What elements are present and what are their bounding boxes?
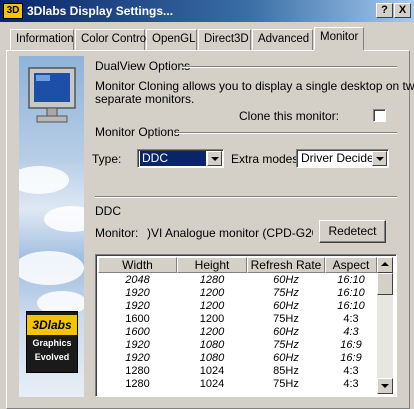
cell-height: 1280 xyxy=(199,274,225,286)
chevron-up-icon xyxy=(381,262,389,266)
type-label: Type: xyxy=(92,152,122,166)
cell-height: 1080 xyxy=(199,352,225,364)
branding-image: 3Dlabs Graphics Evolved xyxy=(19,56,84,397)
extra-modes-dropdown-button[interactable] xyxy=(372,151,387,166)
cell-height: 1200 xyxy=(199,287,225,299)
table-row[interactable]: 1920 1080 60Hz 16:9 xyxy=(98,352,376,365)
brand-logo: 3Dlabs xyxy=(27,315,77,335)
cell-height: 1200 xyxy=(199,313,225,325)
scroll-thumb[interactable] xyxy=(377,273,393,295)
table-row[interactable]: 1600 1200 60Hz 4:3 xyxy=(98,326,376,339)
monitor-name-value: )VI Analogue monitor (CPD-G200F xyxy=(147,226,313,240)
cell-width: 2048 xyxy=(125,274,150,286)
table-row[interactable]: 1280 1024 85Hz 4:3 xyxy=(98,365,376,378)
dualview-description-line2: separate monitors. xyxy=(95,92,195,106)
table-row[interactable]: 1920 1200 60Hz 16:10 xyxy=(98,300,376,313)
cell-aspect: 4:3 xyxy=(343,326,359,338)
cell-aspect: 16:9 xyxy=(340,352,362,364)
extra-modes-label: Extra modes: xyxy=(231,152,302,166)
tab-information[interactable]: Information xyxy=(10,29,74,50)
cell-height: 1080 xyxy=(199,339,225,351)
cell-refresh-rate: 60Hz xyxy=(273,326,299,338)
tab-direct3d[interactable]: Direct3D xyxy=(198,29,251,50)
tab-monitor[interactable]: Monitor xyxy=(314,27,364,51)
cell-width: 1920 xyxy=(125,352,150,364)
extra-modes-select-value: Driver Decides xyxy=(301,151,373,165)
cell-width: 1600 xyxy=(125,313,150,325)
tab-advanced[interactable]: Advanced xyxy=(252,29,313,50)
column-header-refresh-rate[interactable]: Refresh Rate xyxy=(247,257,325,273)
cell-refresh-rate: 75Hz xyxy=(273,313,299,325)
ddc-divider xyxy=(95,196,397,198)
monitor-options-heading: Monitor Options xyxy=(95,125,180,139)
cell-refresh-rate: 85Hz xyxy=(273,365,299,377)
cell-width: 1920 xyxy=(125,287,150,299)
type-select[interactable]: DDC xyxy=(137,149,224,168)
tab-opengl[interactable]: OpenGL xyxy=(146,29,197,50)
help-button[interactable]: ? xyxy=(376,3,393,18)
cell-refresh-rate: 60Hz xyxy=(273,300,299,312)
display-modes-list[interactable]: Width Height Refresh Rate Aspect 2048 12… xyxy=(95,254,397,397)
cell-refresh-rate: 75Hz xyxy=(273,287,299,299)
brand-tagline-2: Evolved xyxy=(34,352,70,362)
monitor-icon xyxy=(28,67,76,123)
ddc-heading: DDC xyxy=(95,204,121,218)
dualview-heading: DualView Options xyxy=(95,59,191,73)
chevron-down-icon xyxy=(381,384,389,388)
cell-height: 1200 xyxy=(199,326,225,338)
cell-aspect: 4:3 xyxy=(343,378,359,390)
type-select-dropdown-button[interactable] xyxy=(207,151,222,166)
cell-aspect: 16:10 xyxy=(337,300,365,312)
redetect-button[interactable]: Redetect xyxy=(319,220,386,243)
monitor-label: Monitor: xyxy=(95,226,139,240)
cell-refresh-rate: 75Hz xyxy=(273,378,299,390)
cloud-shape xyxy=(19,251,84,285)
vertical-scrollbar[interactable] xyxy=(377,257,393,394)
cell-width: 1920 xyxy=(125,339,150,351)
cell-refresh-rate: 60Hz xyxy=(273,352,299,364)
brand-tagline-1: Graphics xyxy=(32,338,72,348)
clone-monitor-checkbox[interactable] xyxy=(373,109,386,122)
cell-width: 1280 xyxy=(125,378,150,390)
window-title: 3Dlabs Display Settings... xyxy=(27,4,174,18)
dualview-divider xyxy=(182,66,397,68)
extra-modes-select[interactable]: Driver Decides xyxy=(296,149,389,168)
cell-aspect: 4:3 xyxy=(343,313,359,325)
cell-width: 1600 xyxy=(125,326,150,338)
type-select-value: DDC xyxy=(140,151,206,166)
cell-refresh-rate: 60Hz xyxy=(273,274,299,286)
scroll-down-button[interactable] xyxy=(377,378,393,394)
table-row[interactable]: 1600 1200 75Hz 4:3 xyxy=(98,313,376,326)
cell-aspect: 16:10 xyxy=(337,287,365,299)
cell-width: 1920 xyxy=(125,300,150,312)
cell-height: 1024 xyxy=(199,365,225,377)
brand-badge: 3Dlabs Graphics Evolved xyxy=(26,311,78,373)
cell-height: 1200 xyxy=(199,300,225,312)
column-header-height[interactable]: Height xyxy=(177,257,247,273)
cell-width: 1280 xyxy=(125,365,150,377)
table-row[interactable]: 1280 1024 75Hz 4:3 xyxy=(98,378,376,391)
clone-monitor-label: Clone this monitor: xyxy=(239,109,340,123)
cloud-shape xyxy=(19,166,69,194)
cell-refresh-rate: 75Hz xyxy=(273,339,299,351)
cloud-shape xyxy=(44,206,84,232)
cell-height: 1024 xyxy=(199,378,225,390)
column-header-aspect[interactable]: Aspect xyxy=(325,257,377,273)
chevron-down-icon xyxy=(376,157,384,161)
title-bar[interactable]: 3D 3Dlabs Display Settings... ? X xyxy=(0,0,414,22)
table-row[interactable]: 1920 1200 75Hz 16:10 xyxy=(98,287,376,300)
close-button[interactable]: X xyxy=(394,3,411,18)
table-row[interactable]: 2048 1280 60Hz 16:10 xyxy=(98,274,376,287)
chevron-down-icon xyxy=(211,157,219,161)
table-row[interactable]: 1920 1080 75Hz 16:9 xyxy=(98,339,376,352)
monitor-options-divider xyxy=(176,132,397,134)
cell-aspect: 16:9 xyxy=(340,339,362,351)
cell-aspect: 16:10 xyxy=(337,274,365,286)
cell-aspect: 4:3 xyxy=(343,365,359,377)
app-logo-icon: 3D xyxy=(3,3,23,19)
settings-window: 3D 3Dlabs Display Settings... ? X Inform… xyxy=(0,0,414,409)
column-header-width[interactable]: Width xyxy=(98,257,177,273)
tab-color-control[interactable]: Color Control xyxy=(75,29,149,50)
scroll-up-button[interactable] xyxy=(377,257,393,273)
